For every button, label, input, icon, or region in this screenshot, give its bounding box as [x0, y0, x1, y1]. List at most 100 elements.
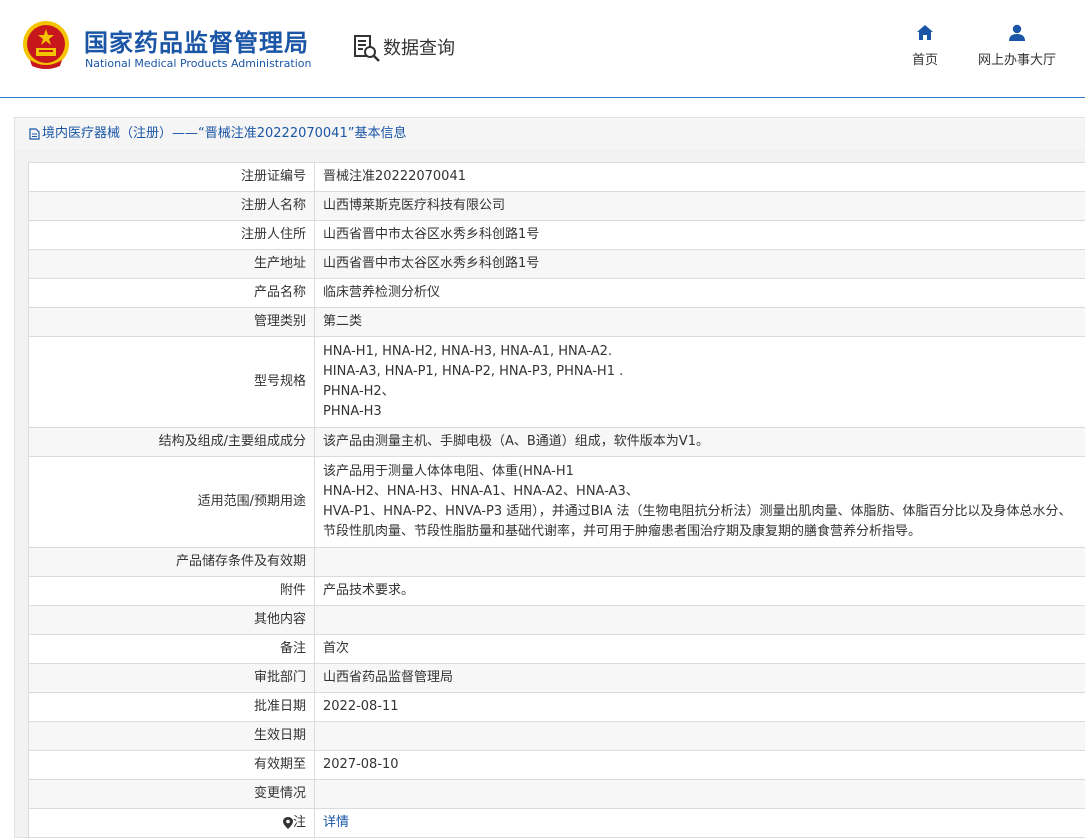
field-value-text: 第二类: [323, 314, 362, 329]
field-value-line: HINA-A3, HNA-P1, HNA-P2, HNA-P3, PHNA-H1…: [323, 362, 1083, 382]
field-label: 管理类别: [29, 308, 315, 337]
field-value: 第二类: [315, 308, 1085, 337]
site-header: 国家药品监督管理局 National Medical Products Admi…: [0, 0, 1085, 98]
nav-home[interactable]: 首页: [900, 24, 950, 68]
field-value-line: PHNA-H2、: [323, 382, 1083, 402]
table-row: 备注首次: [29, 635, 1085, 664]
org-name-cn[interactable]: 国家药品监督管理局: [84, 23, 309, 58]
field-label: 备注: [29, 635, 315, 664]
nav-home-label[interactable]: 首页: [912, 53, 938, 68]
table-row: 批准日期 2022-08-11: [29, 693, 1085, 722]
field-value-line: 该产品用于测量人体体电阻、体重(HNA-H1: [323, 462, 1083, 482]
field-label: 注册证编号: [29, 163, 315, 192]
field-value: 首次: [315, 635, 1085, 664]
field-value-text: 临床营养检测分析仪: [323, 285, 440, 300]
table-row: 变更情况: [29, 780, 1085, 809]
field-label-text: 变更情况: [254, 786, 306, 801]
field-label: 生产地址: [29, 250, 315, 279]
field-value-text: 2027-08-10: [323, 757, 399, 772]
table-row: 产品储存条件及有效期: [29, 548, 1085, 577]
field-label: 有效期至: [29, 751, 315, 780]
field-value-line: HNA-H2、HNA-H3、HNA-A1、HNA-A2、HNA-A3、: [323, 482, 1083, 502]
field-value: 详情: [315, 809, 1085, 838]
field-label-text: 审批部门: [254, 670, 306, 685]
org-name-en[interactable]: National Medical Products Administration: [85, 57, 311, 70]
field-value: 山西省晋中市太谷区水秀乡科创路1号: [315, 221, 1085, 250]
field-label: 型号规格: [29, 337, 315, 428]
field-value-line: PHNA-H3: [323, 402, 1083, 422]
field-value: 该产品由测量主机、手脚电极（A、B通道）组成，软件版本为V1。: [315, 428, 1085, 457]
field-value-text: 晋械注准20222070041: [323, 169, 466, 184]
field-label-text: 注册人住所: [241, 227, 306, 242]
field-value: 晋械注准20222070041: [315, 163, 1085, 192]
field-label: 审批部门: [29, 664, 315, 693]
field-label: 其他内容: [29, 606, 315, 635]
detail-link[interactable]: 详情: [323, 815, 349, 830]
table-row: 注册人住所 山西省晋中市太谷区水秀乡科创路1号: [29, 221, 1085, 250]
field-label: 注: [29, 809, 315, 838]
table-row: 注册人名称山西博莱斯克医疗科技有限公司: [29, 192, 1085, 221]
field-label-text: 产品名称: [254, 285, 306, 300]
field-value: 该产品用于测量人体体电阻、体重(HNA-H1HNA-H2、HNA-H3、HNA-…: [315, 457, 1085, 548]
field-label-text: 生效日期: [254, 728, 306, 743]
field-value: 临床营养检测分析仪: [315, 279, 1085, 308]
breadcrumb-text: 境内医疗器械（注册）——“晋械注准20222070041”基本信息: [42, 126, 406, 141]
field-label: 附件: [29, 577, 315, 606]
table-row: 管理类别 第二类: [29, 308, 1085, 337]
field-value: HNA-H1, HNA-H2, HNA-H3, HNA-A1, HNA-A2.H…: [315, 337, 1085, 428]
field-label: 产品名称: [29, 279, 315, 308]
national-emblem-icon: [22, 20, 70, 70]
table-row: 生效日期: [29, 722, 1085, 751]
field-value-line: HNA-H1, HNA-H2, HNA-H3, HNA-A1, HNA-A2.: [323, 342, 1083, 362]
field-value: [315, 780, 1085, 809]
field-value-text: 山西省晋中市太谷区水秀乡科创路1号: [323, 227, 539, 242]
content-panel: 境内医疗器械（注册）——“晋械注准20222070041”基本信息 注册证编号 晋…: [14, 117, 1085, 838]
table-row: 型号规格HNA-H1, HNA-H2, HNA-H3, HNA-A1, HNA-…: [29, 337, 1085, 428]
field-value: 2022-08-11: [315, 693, 1085, 722]
table-row: 生产地址 山西省晋中市太谷区水秀乡科创路1号: [29, 250, 1085, 279]
table-row: 其他内容: [29, 606, 1085, 635]
field-label: 适用范围/预期用途: [29, 457, 315, 548]
field-value-text: 该产品由测量主机、手脚电极（A、B通道）组成，软件版本为V1。: [323, 434, 709, 449]
field-label-text: 批准日期: [254, 699, 306, 714]
field-value-text: 产品技术要求。: [323, 583, 414, 598]
nav-online-service-hall[interactable]: 网上办事大厅: [968, 24, 1066, 68]
table-row: 产品名称 临床营养检测分析仪: [29, 279, 1085, 308]
field-label-text: 产品储存条件及有效期: [176, 554, 306, 569]
field-label: 结构及组成/主要组成成分: [29, 428, 315, 457]
field-label-text: 生产地址: [254, 256, 306, 271]
field-label-text: 备注: [280, 641, 306, 656]
field-label-text: 有效期至: [254, 757, 306, 772]
field-label-text: 注册证编号: [241, 169, 306, 184]
field-value: 产品技术要求。: [315, 577, 1085, 606]
table-row: 有效期至 2027-08-10: [29, 751, 1085, 780]
field-label-text: 适用范围/预期用途: [198, 494, 306, 509]
table-row: 审批部门山西省药品监督管理局: [29, 664, 1085, 693]
field-value: 山西省药品监督管理局: [315, 664, 1085, 693]
document-icon: [29, 128, 40, 140]
data-query-title: 数据查询: [383, 34, 455, 60]
field-value: 山西省晋中市太谷区水秀乡科创路1号: [315, 250, 1085, 279]
document-search-icon: [352, 33, 382, 63]
field-value: [315, 606, 1085, 635]
field-label: 批准日期: [29, 693, 315, 722]
field-label: 注册人住所: [29, 221, 315, 250]
field-value: 2027-08-10: [315, 751, 1085, 780]
field-value-text: 山西省晋中市太谷区水秀乡科创路1号: [323, 256, 539, 271]
table-row: 注 详情: [29, 809, 1085, 838]
home-icon: [916, 24, 934, 41]
table-row: 结构及组成/主要组成成分 该产品由测量主机、手脚电极（A、B通道）组成，软件版本为…: [29, 428, 1085, 457]
field-label-text: 附件: [280, 583, 306, 598]
table-row: 注册证编号 晋械注准20222070041: [29, 163, 1085, 192]
field-label: 变更情况: [29, 780, 315, 809]
nav-online-service-hall-label[interactable]: 网上办事大厅: [978, 53, 1056, 68]
table-row: 附件 产品技术要求。: [29, 577, 1085, 606]
field-value: [315, 548, 1085, 577]
field-label-text: 结构及组成/主要组成成分: [159, 434, 306, 449]
breadcrumb: 境内医疗器械（注册）——“晋械注准20222070041”基本信息: [15, 118, 1085, 150]
field-label-text: 管理类别: [254, 314, 306, 329]
field-label-text: 注: [293, 815, 306, 830]
field-value-line: HVA-P1、HNA-P2、HNVA-P3 适用），并通过BIA 法（生物电阻抗…: [323, 502, 1083, 542]
field-label: 注册人名称: [29, 192, 315, 221]
user-icon: [1008, 24, 1026, 41]
